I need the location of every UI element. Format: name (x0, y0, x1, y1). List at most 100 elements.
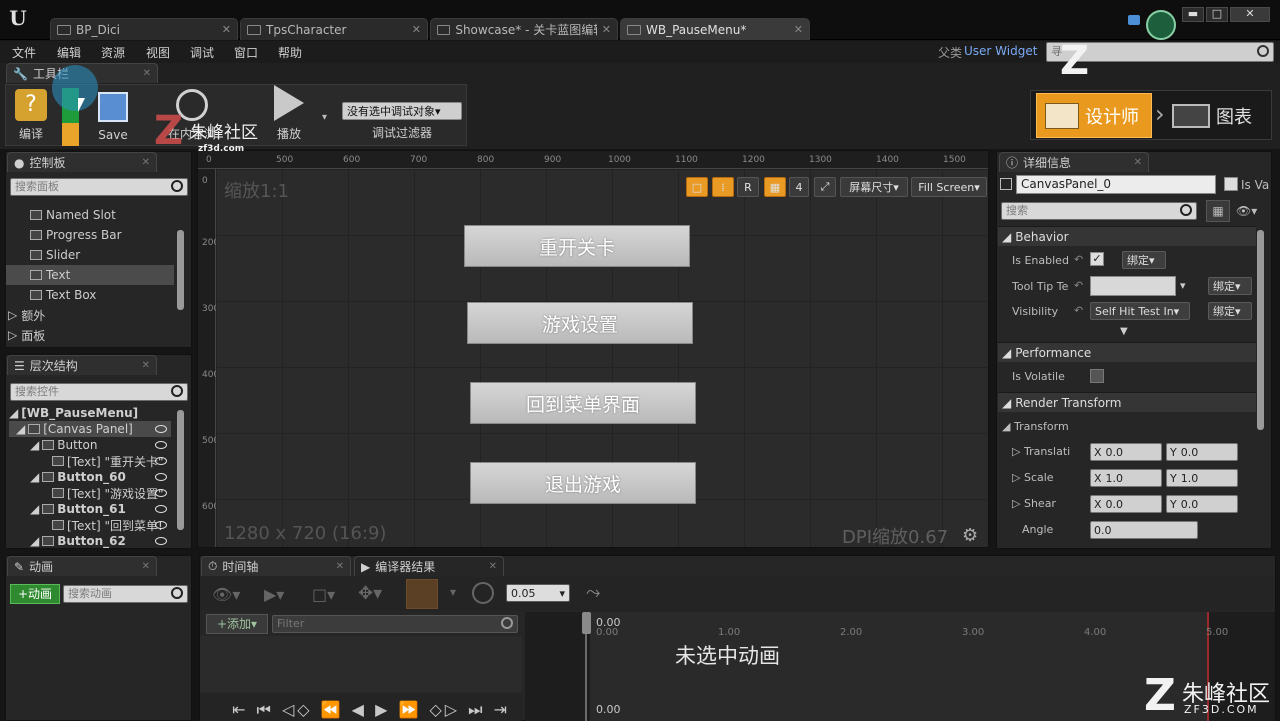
visibility-eye-icon[interactable] (155, 473, 167, 481)
chevron-down-icon[interactable]: ▾ (1180, 279, 1186, 292)
translation-y-input[interactable]: Y 0.0 (1166, 443, 1238, 461)
close-icon[interactable]: ✕ (143, 68, 151, 79)
chevron-down-icon[interactable]: ▾ (450, 585, 456, 599)
view-options-eye-icon[interactable]: 👁▾ (1236, 204, 1257, 218)
tree-row-button-60[interactable]: ◢ Button_60 (30, 469, 126, 485)
property-matrix-icon[interactable]: ▦ (1206, 200, 1230, 222)
close-icon[interactable]: ✕ (794, 23, 803, 36)
tree-row-button-62[interactable]: ◢ Button_62 (30, 533, 126, 549)
tree-row-text[interactable]: [Text] "回到菜单! (52, 517, 163, 533)
curve-icon[interactable]: ⤳ (586, 582, 600, 603)
transport-buttons-icon[interactable]: ⇤ ⏮ ◁◇ ⏪ ◀ ▶ ⏩ ◇▷ ⏭ ⇥ (232, 700, 510, 720)
tab-animations[interactable]: ✎ 动画 ✕ (7, 556, 157, 576)
screen-size-dropdown[interactable]: 屏幕尺寸▾ (840, 177, 908, 197)
close-icon[interactable]: ✕ (412, 23, 421, 36)
palette-item-slider[interactable]: Slider (30, 245, 80, 265)
palette-item-text-box[interactable]: Text Box (30, 285, 96, 305)
palette-scrollbar[interactable] (177, 230, 184, 310)
tooltip-text-input[interactable] (1090, 276, 1176, 296)
scale-x-input[interactable]: X 1.0 (1090, 469, 1162, 487)
parent-class-link[interactable]: User Widget (964, 44, 1037, 58)
track-filter-input[interactable]: Filter (272, 615, 518, 633)
graph-mode-button[interactable]: 图表 (1172, 93, 1268, 138)
scale-y-input[interactable]: Y 1.0 (1166, 469, 1238, 487)
close-window-button[interactable]: ✕ (1230, 7, 1270, 22)
grid-snap-icon[interactable]: ▦ (764, 177, 786, 197)
is-enabled-bind-dropdown[interactable]: 绑定▾ (1122, 251, 1166, 269)
back-to-menu-button[interactable]: 回到菜单界面 (470, 382, 696, 424)
close-icon[interactable]: ✕ (602, 23, 611, 36)
select-box-icon[interactable]: □▾ (312, 585, 335, 604)
designer-canvas[interactable]: 0 500 600 700 800 900 1000 1100 1200 130… (197, 150, 989, 548)
tab-compiler-results[interactable]: ▶ 编译器结果 ✕ (354, 556, 504, 576)
tab-tps-character[interactable]: TpsCharacter ✕ (240, 18, 428, 40)
section-render-transform[interactable]: ◢ Render Transform (998, 392, 1256, 412)
game-settings-button[interactable]: 游戏设置 (467, 302, 693, 344)
palette-item-text[interactable]: Text (6, 265, 174, 285)
visibility-bind-dropdown[interactable]: 绑定▾ (1208, 302, 1252, 320)
eye-icon[interactable]: 👁▾ (212, 585, 240, 604)
palette-item-named-slot[interactable]: Named Slot (30, 205, 116, 225)
palette-category-extra[interactable]: ▷ 额外 (8, 305, 45, 325)
playhead-handle[interactable] (582, 612, 591, 634)
reset-arrow-icon[interactable]: ↶ (1074, 253, 1083, 266)
close-icon[interactable]: ✕ (142, 360, 150, 371)
tab-timeline[interactable]: ⏱ 时间轴 ✕ (201, 556, 351, 576)
menu-file[interactable]: 文件 (12, 44, 36, 61)
menu-help[interactable]: 帮助 (278, 44, 302, 61)
shear-y-input[interactable]: Y 0.0 (1166, 495, 1238, 513)
close-icon[interactable]: ✕ (489, 561, 497, 572)
dpi-settings-gear-icon[interactable]: ⚙ (962, 525, 978, 546)
tab-bp-dici[interactable]: BP_Dici ✕ (50, 18, 238, 40)
clock-icon[interactable] (472, 582, 494, 604)
is-variable-checkbox[interactable] (1224, 177, 1238, 191)
expand-advanced-icon[interactable]: ▼ (1120, 326, 1128, 337)
menu-debug[interactable]: 调试 (190, 44, 214, 61)
tree-row-canvas-panel[interactable]: ◢ [Canvas Panel] (9, 421, 171, 437)
designer-mode-button[interactable]: 设计师 (1036, 93, 1152, 138)
reset-arrow-icon[interactable]: ↶ (1074, 304, 1083, 317)
minimize-button[interactable]: ▬ (1182, 7, 1204, 22)
close-icon[interactable]: ✕ (142, 157, 150, 168)
visibility-dropdown[interactable]: Self Hit Test In▾ (1090, 302, 1190, 320)
hierarchy-search-input[interactable]: 搜索控件 (10, 383, 188, 401)
snap-time-dropdown[interactable]: 0.05 ▾ (506, 584, 570, 602)
tab-hierarchy[interactable]: ☰ 层次结构 ✕ (7, 355, 157, 375)
tree-row-button[interactable]: ◢ Button (30, 437, 97, 453)
layout-mode-icon[interactable]: ⁞ (712, 177, 734, 197)
hierarchy-scrollbar[interactable] (177, 410, 184, 530)
maximize-button[interactable]: □ (1206, 7, 1228, 22)
debug-object-select[interactable]: 没有选中调试对象▾ (342, 102, 462, 120)
shear-x-input[interactable]: X 0.0 (1090, 495, 1162, 513)
visibility-eye-icon[interactable] (155, 537, 167, 545)
fill-screen-dropdown[interactable]: Fill Screen▾ (911, 177, 987, 197)
palette-item-progress-bar[interactable]: Progress Bar (30, 225, 122, 245)
close-icon[interactable]: ✕ (336, 561, 344, 572)
quit-game-button[interactable]: 退出游戏 (470, 462, 696, 504)
menu-edit[interactable]: 编辑 (57, 44, 81, 61)
tab-wb-pause-menu[interactable]: WB_PauseMenu* ✕ (620, 18, 810, 40)
close-icon[interactable]: ✕ (142, 561, 150, 572)
zoom-fit-icon[interactable]: ⤢ (814, 177, 836, 197)
visibility-eye-icon[interactable] (155, 425, 167, 433)
visibility-eye-icon[interactable] (155, 489, 167, 497)
move-icon[interactable]: ✥▾ (358, 583, 382, 604)
tooltip-bind-dropdown[interactable]: 绑定▾ (1208, 277, 1252, 295)
is-volatile-checkbox[interactable] (1090, 369, 1104, 383)
chat-icon[interactable] (1128, 15, 1140, 25)
menu-view[interactable]: 视图 (146, 44, 170, 61)
is-enabled-checkbox[interactable]: ✓ (1090, 252, 1104, 266)
tree-row-button-61[interactable]: ◢ Button_61 (30, 501, 126, 517)
tab-palette[interactable]: ● 控制板 ✕ (7, 152, 157, 172)
tree-row-text[interactable]: [Text] "重开关卡" (52, 453, 164, 469)
tree-row-root[interactable]: ◢ [WB_PauseMenu] (9, 405, 138, 421)
visibility-eye-icon[interactable] (155, 457, 167, 465)
details-scrollbar[interactable] (1257, 230, 1264, 430)
compile-button[interactable]: ? 编译 (8, 86, 54, 144)
angle-input[interactable]: 0.0 (1090, 521, 1198, 539)
close-icon[interactable]: ✕ (1134, 157, 1142, 168)
widget-name-input[interactable]: CanvasPanel_0 (1016, 175, 1216, 194)
visibility-eye-icon[interactable] (155, 521, 167, 529)
restart-level-button[interactable]: 重开关卡 (464, 225, 690, 267)
menu-window[interactable]: 窗口 (234, 44, 258, 61)
